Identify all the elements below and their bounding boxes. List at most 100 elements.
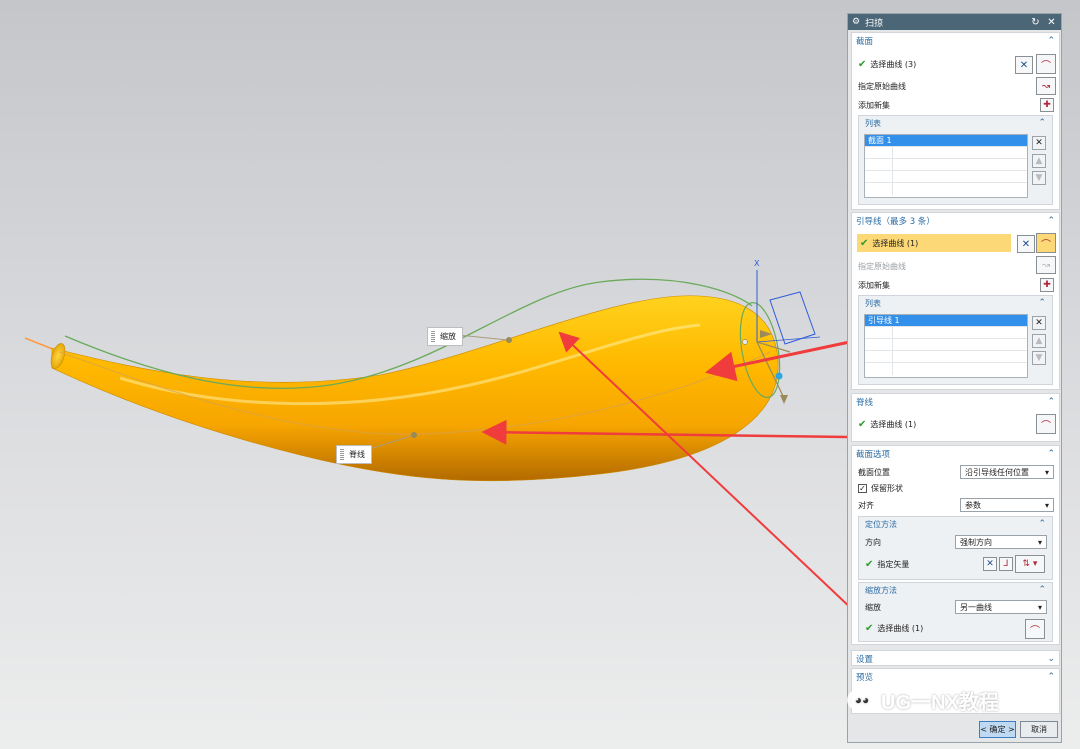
profile-add-set-row[interactable]: 添加新集 (852, 96, 1059, 114)
scaling-label: 缩放 (865, 602, 881, 612)
guide-select-curve-row[interactable]: ✔ 选择曲线 (1) (857, 234, 1011, 252)
chevron-up-icon[interactable]: ⌃ (1038, 118, 1046, 128)
dropdown-arrow-icon: ▾ (1044, 467, 1049, 477)
section-spine-header[interactable]: 脊线 ⌃ (852, 394, 1059, 410)
section-spine-title: 脊线 (856, 398, 874, 408)
gear-icon: ⚙ (852, 17, 861, 27)
vector-x-icon[interactable]: ✕ (983, 557, 997, 571)
chevron-up-icon: ⌃ (1047, 449, 1055, 459)
deselect-x-icon[interactable]: ✕ (1015, 56, 1033, 74)
origin-curve-icon[interactable]: ↝ (1036, 256, 1056, 274)
section-settings-title: 设置 (856, 655, 874, 665)
add-set-icon[interactable]: ✚ (1040, 98, 1054, 112)
scale-curve-point[interactable] (506, 337, 512, 343)
chevron-up-icon: ⌃ (1047, 397, 1055, 407)
origin-curve-icon[interactable]: ↝ (1036, 77, 1056, 95)
dropdown-arrow-icon: ▾ (1044, 500, 1049, 510)
scale-leader-line (457, 334, 509, 341)
preserve-shape-row[interactable]: ✓ 保留形状 (852, 479, 1059, 497)
close-icon[interactable]: ✕ (1046, 17, 1057, 28)
direction-value: 强制方向 (960, 537, 992, 547)
section-handle-point[interactable] (775, 372, 783, 380)
curve-select-icon[interactable]: ⌒ (1036, 233, 1056, 253)
section-options-header[interactable]: 截面选项 ⌃ (852, 446, 1059, 462)
remove-item-x-icon[interactable]: ✕ (1032, 136, 1046, 150)
check-icon: ✔ (865, 558, 874, 570)
orientation-group: 定位方法 ⌃ 方向 强制方向 ▾ ✔ 指定矢量 ✕ ⅃ ⇅ ▾ (858, 516, 1053, 580)
chevron-down-icon: ⌄ (1047, 654, 1055, 664)
preserve-shape-label: 保留形状 (871, 483, 903, 493)
remove-item-x-icon[interactable]: ✕ (1032, 316, 1046, 330)
list-item[interactable]: 截面 1 (865, 135, 1027, 147)
direction-label: 方向 (865, 537, 881, 547)
curve-select-icon[interactable]: ⌒ (1036, 54, 1056, 74)
deselect-x-icon[interactable]: ✕ (1017, 235, 1035, 253)
check-icon: ✔ (858, 58, 867, 70)
profile-list-title: 列表 (865, 118, 881, 128)
section-profile-header[interactable]: 截面 ⌃ (852, 33, 1059, 49)
curve-select-icon[interactable]: ⌒ (1025, 619, 1045, 639)
section-options: 截面选项 ⌃ 截面位置 沿引导线任何位置 ▾ ✓ 保留形状 对齐 参数 ▾ 定位… (851, 445, 1060, 645)
scaling-select-curve-label: 选择曲线 (1) (877, 623, 924, 633)
profile-select-curve-label: 选择曲线 (3) (870, 59, 917, 69)
section-settings: 设置 ⌄ (851, 650, 1060, 666)
spine-point[interactable] (411, 432, 417, 438)
move-down-icon[interactable]: ▼ (1032, 351, 1046, 365)
section-options-title: 截面选项 (856, 450, 891, 460)
chevron-up-icon[interactable]: ⌃ (1038, 585, 1046, 595)
section-guide-header[interactable]: 引导线（最多 3 条） ⌃ (852, 213, 1059, 229)
direction-select[interactable]: 强制方向 ▾ (955, 535, 1047, 549)
section-spine: 脊线 ⌃ ✔ 选择曲线 (1) ⌒ (851, 393, 1060, 442)
chevron-up-icon[interactable]: ⌃ (1038, 519, 1046, 529)
scaling-select-curve-row[interactable]: ✔ 选择曲线 (1) (859, 619, 1052, 637)
spine-select-curve-row[interactable]: ✔ 选择曲线 (1) (852, 415, 1059, 433)
profile-add-set-label: 添加新集 (858, 100, 890, 110)
section-preview-header[interactable]: 预览 ⌃ (852, 669, 1059, 685)
section-preview: 预览 ⌃ (851, 668, 1060, 714)
chevron-up-icon: ⌃ (1047, 36, 1055, 46)
scale-callout-label: 缩放 (427, 327, 463, 346)
triad-x-label: X (754, 259, 760, 268)
align-value: 参数 (965, 500, 981, 510)
section-guide: 引导线（最多 3 条） ⌃ ✔ 选择曲线 (1) ✕ ⌒ 指定原始曲线 ↝ 添加… (851, 212, 1060, 390)
move-up-icon[interactable]: ▲ (1032, 334, 1046, 348)
reset-icon[interactable]: ↻ (1030, 17, 1041, 28)
sweep-dialog: ⚙ 扫掠 ↻ ✕ 截面 ⌃ ✔ 选择曲线 (3) ✕ ⌒ 指定原始曲线 ↝ 添加… (847, 13, 1062, 743)
profile-specify-origin-row[interactable]: 指定原始曲线 (852, 77, 1059, 95)
guide-list-group: 列表 ⌃ 引导线 1 ✕ ▲ ▼ (858, 295, 1053, 385)
check-icon: ✔ (860, 237, 869, 249)
move-down-icon[interactable]: ▼ (1032, 171, 1046, 185)
position-label: 截面位置 (858, 467, 890, 477)
scaling-group: 缩放方法 ⌃ 缩放 另一曲线 ▾ ✔ 选择曲线 (1) ⌒ (858, 582, 1053, 642)
guide-add-set-row[interactable]: 添加新集 (852, 276, 1059, 294)
guide-list: 引导线 1 (864, 314, 1028, 378)
preserve-shape-checkbox[interactable]: ✓ (858, 483, 867, 493)
list-item[interactable]: 引导线 1 (865, 315, 1027, 327)
add-set-icon[interactable]: ✚ (1040, 278, 1054, 292)
section-settings-header[interactable]: 设置 ⌄ (852, 651, 1059, 667)
ok-button[interactable]: < 确定 > (979, 721, 1016, 738)
align-select[interactable]: 参数 ▾ (960, 498, 1054, 512)
orientation-title: 定位方法 (865, 519, 897, 529)
dropdown-arrow-icon: ▾ (1037, 602, 1042, 612)
scaling-select[interactable]: 另一曲线 ▾ (955, 600, 1047, 614)
cancel-button[interactable]: 取消 (1020, 721, 1058, 738)
vector-dialog-icon[interactable]: ⅃ (999, 557, 1013, 571)
curve-select-icon[interactable]: ⌒ (1036, 414, 1056, 434)
dialog-title: 扫掠 (865, 18, 884, 29)
position-select[interactable]: 沿引导线任何位置 ▾ (960, 465, 1054, 479)
position-value: 沿引导线任何位置 (965, 467, 1029, 477)
guide-specify-origin-label: 指定原始曲线 (858, 261, 906, 271)
section-origin-point[interactable] (742, 339, 748, 345)
check-icon: ✔ (858, 418, 867, 430)
vector-direction-icon[interactable]: ⇅ ▾ (1015, 555, 1045, 573)
section-profile-title: 截面 (856, 37, 874, 47)
guide-specify-origin-row[interactable]: 指定原始曲线 (852, 257, 1059, 275)
chevron-up-icon[interactable]: ⌃ (1038, 298, 1046, 308)
spine-select-curve-label: 选择曲线 (1) (870, 419, 917, 429)
profile-specify-origin-label: 指定原始曲线 (858, 81, 906, 91)
move-up-icon[interactable]: ▲ (1032, 154, 1046, 168)
dialog-titlebar[interactable]: ⚙ 扫掠 ↻ ✕ (848, 14, 1061, 30)
guide-list-title: 列表 (865, 298, 881, 308)
profile-list-group: 列表 ⌃ 截面 1 ✕ ▲ ▼ (858, 115, 1053, 205)
